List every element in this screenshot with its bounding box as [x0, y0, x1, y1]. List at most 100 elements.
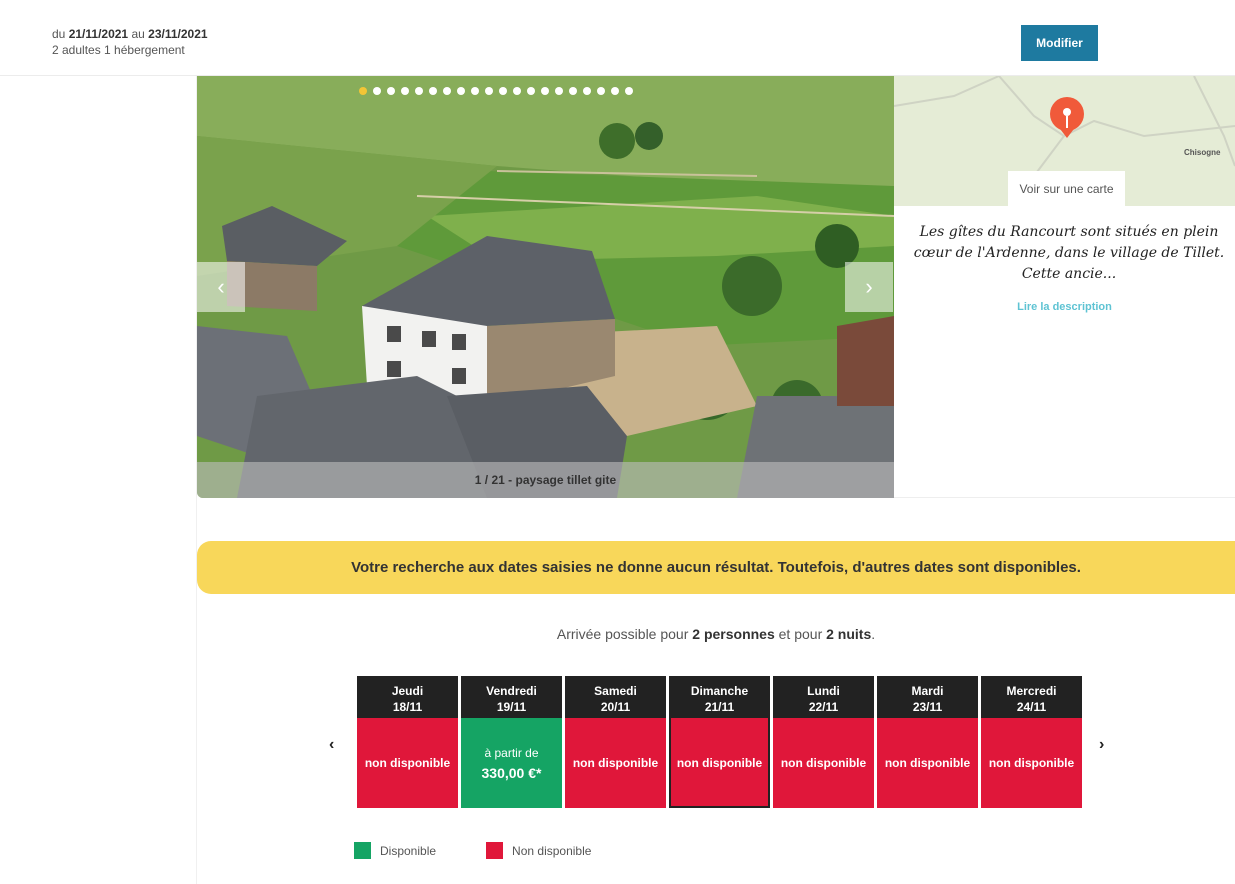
gallery-dot[interactable] [527, 87, 535, 95]
calendar-day-status-label: non disponible [364, 756, 451, 770]
modify-button[interactable]: Modifier [1021, 25, 1098, 61]
legend-available: Disponible [354, 842, 436, 859]
gallery-dot[interactable] [597, 87, 605, 95]
legend-available-swatch [354, 842, 371, 859]
gallery-dot[interactable] [387, 87, 395, 95]
calendar-day-name: Jeudi [391, 684, 424, 698]
gallery-dot[interactable] [513, 87, 521, 95]
calendar-day[interactable]: Dimanche 21/11 non disponible [669, 676, 770, 808]
calendar-day-status: non disponible [669, 718, 770, 808]
calendar-day-status-label: non disponible [884, 756, 971, 770]
calendar-day-status: non disponible [981, 718, 1082, 808]
legend-available-label: Disponible [380, 843, 437, 858]
legend-unavailable-label: Non disponible [512, 843, 592, 858]
gallery-dot[interactable] [555, 87, 563, 95]
calendar-day[interactable]: Vendredi 19/11 à partir de 330,00 €* [461, 676, 562, 808]
calendar-day-header: Dimanche 21/11 [669, 676, 770, 718]
no-results-notice: Votre recherche aux dates saisies ne don… [197, 541, 1235, 594]
from-prefix: du [52, 27, 66, 41]
calendar-day-date: 23/11 [912, 700, 943, 714]
chevron-right-icon: › [865, 274, 873, 299]
calendar-prev-button[interactable]: ‹ [329, 736, 334, 754]
search-summary-bar: du 21/11/2021 au 23/11/2021 2 adultes 1 … [0, 0, 1235, 76]
guests-summary: 2 adultes 1 hébergement [52, 43, 185, 57]
calendar-day-header: Jeudi 18/11 [357, 676, 458, 718]
arrival-suffix: . [871, 626, 876, 642]
gallery-dot[interactable] [485, 87, 493, 95]
gallery-dot[interactable] [499, 87, 507, 95]
calendar-day-status-label: à partir de [484, 746, 539, 760]
calendar-day-date: 19/11 [496, 700, 527, 714]
gallery-dot[interactable] [583, 87, 591, 95]
from-date: 21/11/2021 [68, 27, 129, 41]
to-prefix: au [131, 27, 145, 41]
gallery-dot[interactable] [401, 87, 409, 95]
calendar-day[interactable]: Samedi 20/11 non disponible [565, 676, 666, 808]
calendar-legend: Disponible Non disponible [354, 842, 591, 859]
availability-section: Votre recherche aux dates saisies ne don… [197, 500, 1235, 884]
gallery-dot[interactable] [625, 87, 633, 95]
calendar-day-status-label: non disponible [988, 756, 1075, 770]
search-summary: du 21/11/2021 au 23/11/2021 2 adultes 1 … [52, 26, 208, 58]
photo-gallery[interactable]: ‹ › 1 / 21 - paysage tillet gite [197, 76, 894, 498]
calendar-day-date: 21/11 [704, 700, 735, 714]
gallery-dot[interactable] [415, 87, 423, 95]
read-description-link[interactable]: Lire la description [894, 301, 1235, 313]
calendar-day-name: Vendredi [486, 684, 537, 698]
calendar-day-header: Samedi 20/11 [565, 676, 666, 718]
calendar-day-header: Vendredi 19/11 [461, 676, 562, 718]
calendar-next-button[interactable]: › [1099, 736, 1104, 754]
calendar-day[interactable]: Lundi 22/11 non disponible [773, 676, 874, 808]
calendar-day-price: 330,00 €* [481, 765, 542, 781]
calendar-day-status: non disponible [773, 718, 874, 808]
location-panel: Chisogne Voir sur une carte Les gîtes du… [894, 76, 1235, 498]
arrival-persons: 2 personnes [692, 626, 775, 642]
arrival-mid: et pour [778, 626, 823, 642]
gallery-caption: 1 / 21 - paysage tillet gite [197, 462, 894, 498]
calendar-day-header: Lundi 22/11 [773, 676, 874, 718]
calendar-day-name: Mercredi [1006, 684, 1057, 698]
legend-unavailable: Non disponible [486, 842, 591, 859]
gallery-dot[interactable] [457, 87, 465, 95]
chevron-left-icon: ‹ [217, 274, 225, 299]
calendar-day[interactable]: Jeudi 18/11 non disponible [357, 676, 458, 808]
gallery-dot[interactable] [443, 87, 451, 95]
calendar-day-status: à partir de 330,00 €* [461, 718, 562, 808]
gallery-next-button[interactable]: › [845, 262, 893, 312]
gallery-dot[interactable] [373, 87, 381, 95]
gallery-prev-button[interactable]: ‹ [197, 262, 245, 312]
calendar-day-status-label: non disponible [572, 756, 659, 770]
map-town-label: Chisogne [1184, 148, 1221, 157]
gallery-dot[interactable] [471, 87, 479, 95]
gallery-photo [197, 76, 894, 498]
gallery-dot[interactable] [359, 87, 367, 95]
calendar-day-status-label: non disponible [780, 756, 867, 770]
legend-unavailable-swatch [486, 842, 504, 859]
view-map-button[interactable]: Voir sur une carte [1008, 171, 1125, 206]
mini-map[interactable]: Chisogne Voir sur une carte [894, 76, 1235, 206]
calendar-day-header: Mardi 23/11 [877, 676, 978, 718]
property-description: Les gîtes du Rancourt sont situés en ple… [913, 224, 1225, 282]
map-pin-icon [1050, 97, 1084, 138]
gallery-dot[interactable] [569, 87, 577, 95]
to-date: 23/11/2021 [148, 27, 208, 41]
calendar-day[interactable]: Mardi 23/11 non disponible [877, 676, 978, 808]
gallery-dot[interactable] [429, 87, 437, 95]
gallery-dots [359, 87, 633, 95]
calendar-day-name: Dimanche [690, 684, 749, 698]
gallery-dot[interactable] [541, 87, 549, 95]
calendar-day-name: Samedi [594, 684, 637, 698]
arrival-info: Arrivée possible pour 2 personnes et pou… [197, 626, 1235, 642]
left-gutter [0, 76, 197, 884]
calendar-day-name: Mardi [911, 684, 944, 698]
calendar-day-date: 22/11 [808, 700, 839, 714]
calendar-day-date: 24/11 [1016, 700, 1047, 714]
calendar-day-status-label: non disponible [676, 756, 763, 770]
calendar-day-status: non disponible [357, 718, 458, 808]
calendar-day-header: Mercredi 24/11 [981, 676, 1082, 718]
arrival-nights: 2 nuits [826, 626, 872, 642]
calendar-day-date: 20/11 [600, 700, 631, 714]
calendar-day[interactable]: Mercredi 24/11 non disponible [981, 676, 1082, 808]
calendar-day-status: non disponible [877, 718, 978, 808]
gallery-dot[interactable] [611, 87, 619, 95]
